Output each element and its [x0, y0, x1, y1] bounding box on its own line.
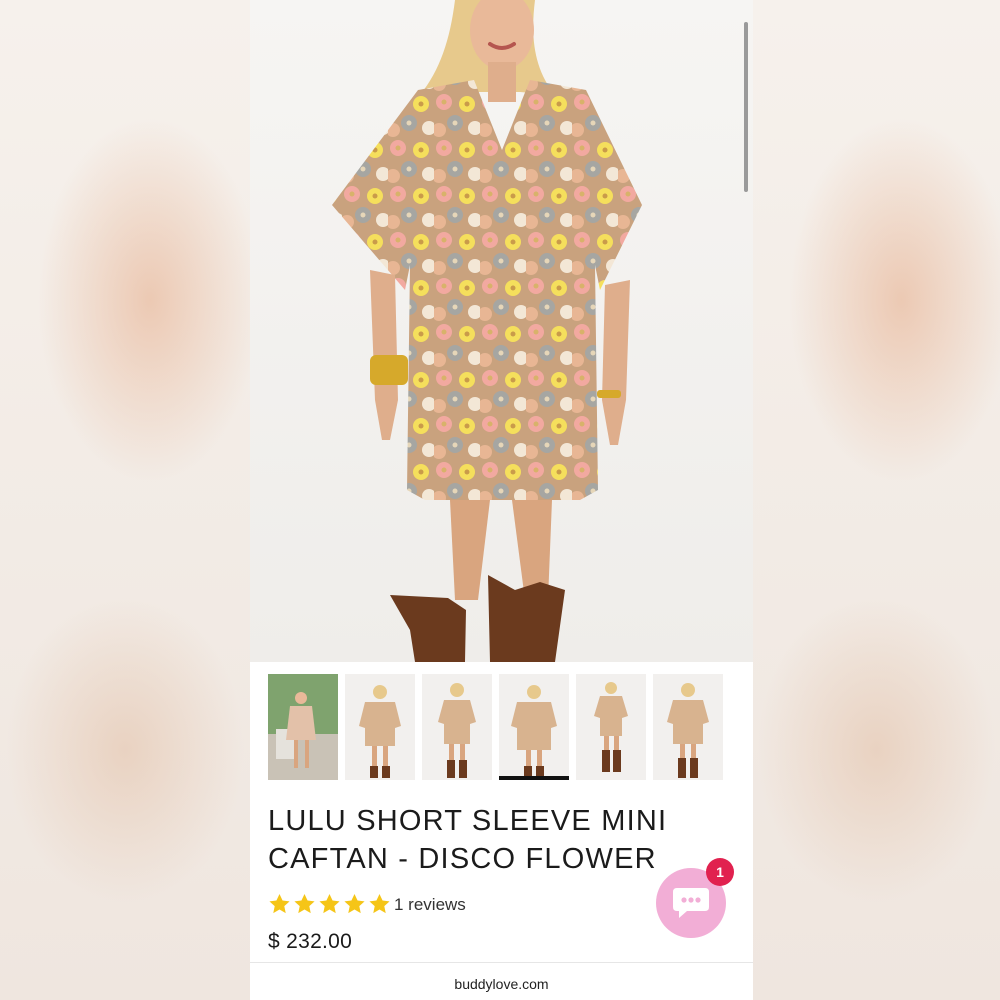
- product-title: LULU SHORT SLEEVE MINI CAFTAN - DISCO FL…: [268, 805, 668, 875]
- scrollbar-thumb[interactable]: [744, 22, 748, 192]
- rating-stars[interactable]: [268, 892, 391, 918]
- thumbnail-image: [667, 683, 709, 778]
- thumbnail-6[interactable]: [653, 674, 723, 780]
- divider: [250, 962, 753, 963]
- model-photo: [332, 0, 642, 662]
- thumbnail-image: [594, 682, 628, 772]
- star-icon: [369, 893, 390, 914]
- thumbnail-image: [268, 674, 338, 780]
- footer-url: buddylove.com: [454, 976, 549, 992]
- star-icon: [294, 893, 315, 914]
- star-icon: [344, 893, 365, 914]
- star-icon: [319, 893, 340, 914]
- thumbnail-2[interactable]: [345, 674, 415, 780]
- thumbnail-image: [359, 685, 401, 778]
- reviews-link[interactable]: 1 reviews: [394, 895, 466, 915]
- thumbnail-image: [438, 683, 476, 778]
- blurred-backdrop-right: [753, 0, 1000, 1000]
- product-price: $ 232.00: [268, 930, 353, 953]
- star-icon: [269, 893, 290, 914]
- thumbnail-3[interactable]: [422, 674, 492, 780]
- blurred-backdrop-left: [0, 0, 250, 1000]
- thumbnail-image: [511, 685, 557, 776]
- product-hero-image[interactable]: [250, 0, 753, 662]
- thumbnail-4[interactable]: [499, 674, 569, 780]
- product-page: LULU SHORT SLEEVE MINI CAFTAN - DISCO FL…: [250, 0, 753, 1000]
- thumbnail-5[interactable]: [576, 674, 646, 780]
- chat-bubble-icon: [673, 888, 709, 918]
- notification-badge: 1: [706, 858, 734, 886]
- thumbnail-1[interactable]: [268, 674, 338, 780]
